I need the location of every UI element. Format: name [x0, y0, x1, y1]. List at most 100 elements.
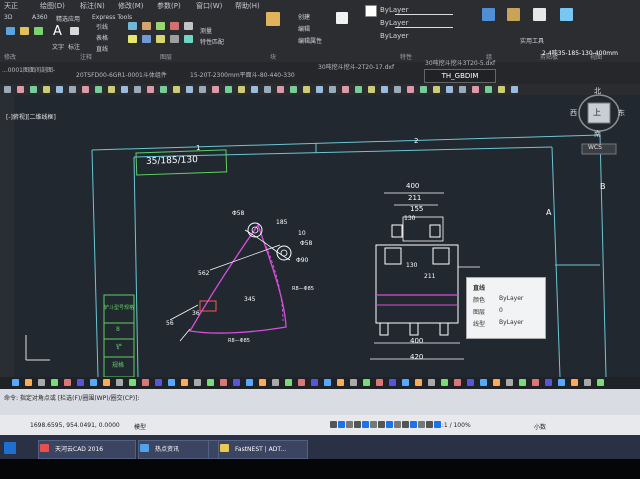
taskbar-item-fastnest[interactable]: FastNEST | ADT...	[218, 440, 308, 459]
toolstrip-icon-40[interactable]	[511, 86, 518, 93]
move-icon[interactable]	[20, 27, 29, 35]
toolstrip-icon-13[interactable]	[160, 86, 167, 93]
wcs-menu[interactable]: WCS	[588, 144, 602, 151]
status-icon-6[interactable]	[370, 421, 377, 428]
view-cube-face-top[interactable]: 上	[593, 107, 601, 118]
toolstrip-icon-36[interactable]	[459, 86, 466, 93]
toolstrip-icon-5[interactable]	[56, 86, 63, 93]
osnap-icon-30[interactable]	[389, 379, 396, 386]
tab-a360[interactable]: A360	[32, 14, 48, 21]
osnap-icon-9[interactable]	[116, 379, 123, 386]
osnap-icon-13[interactable]	[168, 379, 175, 386]
toolstrip-icon-31[interactable]	[394, 86, 401, 93]
color-dropdown[interactable]: ByLayer	[380, 6, 408, 14]
view-icon[interactable]	[560, 8, 573, 21]
osnap-icon-19[interactable]	[246, 379, 253, 386]
toolstrip-icon-26[interactable]	[329, 86, 336, 93]
toolstrip-icon-17[interactable]	[212, 86, 219, 93]
toolstrip-icon-34[interactable]	[433, 86, 440, 93]
toolstrip-icon-3[interactable]	[30, 86, 37, 93]
doc-tab-6[interactable]: 2-4吨35-185-130-400mm	[542, 48, 618, 57]
menu-item-tianzheng[interactable]: 天正	[4, 1, 18, 11]
osnap-icon-2[interactable]	[25, 379, 32, 386]
toolstrip-icon-6[interactable]	[69, 86, 76, 93]
status-icon-12[interactable]	[418, 421, 425, 428]
toolstrip-icon-25[interactable]	[316, 86, 323, 93]
doc-tab-4[interactable]: 30吨挖斗挖斗-2T20-17.dxf	[318, 62, 394, 71]
toolstrip-icon-19[interactable]	[238, 86, 245, 93]
osnap-icon-33[interactable]	[428, 379, 435, 386]
tab-featured-apps[interactable]: 精选应用	[56, 14, 80, 23]
osnap-icon-42[interactable]	[545, 379, 552, 386]
compass-north[interactable]: 北	[594, 86, 601, 96]
osnap-icon-41[interactable]	[532, 379, 539, 386]
toolstrip-icon-7[interactable]	[82, 86, 89, 93]
osnap-icon-7[interactable]	[90, 379, 97, 386]
osnap-icon-22[interactable]	[285, 379, 292, 386]
toolstrip-icon-22[interactable]	[277, 86, 284, 93]
ribbon-button-measure[interactable]: 测量	[200, 26, 212, 35]
properties-icon[interactable]	[336, 12, 348, 24]
osnap-icon-14[interactable]	[181, 379, 188, 386]
osnap-icon-29[interactable]	[376, 379, 383, 386]
osnap-icon-8[interactable]	[103, 379, 110, 386]
compass-west[interactable]: 西	[570, 108, 577, 118]
osnap-icon-36[interactable]	[467, 379, 474, 386]
osnap-icon-26[interactable]	[337, 379, 344, 386]
model-space-button[interactable]: 模型	[134, 422, 146, 431]
osnap-icon-1[interactable]	[12, 379, 19, 386]
menu-item-window[interactable]: 窗口(W)	[196, 1, 222, 11]
insert-block-icon[interactable]	[266, 12, 280, 26]
rotate-icon[interactable]	[156, 22, 165, 30]
status-icon-14[interactable]	[434, 421, 441, 428]
osnap-icon-45[interactable]	[584, 379, 591, 386]
osnap-icon-23[interactable]	[298, 379, 305, 386]
stretch-icon[interactable]	[128, 22, 137, 30]
toolstrip-icon-20[interactable]	[251, 86, 258, 93]
taskbar-item-news[interactable]: 热点资讯	[138, 440, 216, 459]
dimension-icon[interactable]	[70, 27, 79, 35]
osnap-icon-38[interactable]	[493, 379, 500, 386]
toolstrip-icon-16[interactable]	[199, 86, 206, 93]
osnap-icon-35[interactable]	[454, 379, 461, 386]
osnap-icon-28[interactable]	[363, 379, 370, 386]
toolstrip-icon-32[interactable]	[407, 86, 414, 93]
status-icon-8[interactable]	[386, 421, 393, 428]
toolstrip-icon-2[interactable]	[17, 86, 24, 93]
osnap-icon-17[interactable]	[220, 379, 227, 386]
tab-express-tools[interactable]: Express Tools	[92, 14, 132, 21]
toolstrip-icon-37[interactable]	[472, 86, 479, 93]
layer-match-icon[interactable]	[170, 35, 179, 43]
status-icon-2[interactable]	[338, 421, 345, 428]
menu-item-dimension[interactable]: 标注(N)	[80, 1, 105, 11]
compass-south[interactable]: 南	[594, 129, 601, 139]
osnap-icon-15[interactable]	[194, 379, 201, 386]
text-icon[interactable]: A	[53, 24, 62, 39]
osnap-icon-6[interactable]	[77, 379, 84, 386]
osnap-icon-11[interactable]	[142, 379, 149, 386]
osnap-icon-21[interactable]	[272, 379, 279, 386]
layer-isolate-icon[interactable]	[184, 35, 193, 43]
toolstrip-icon-8[interactable]	[95, 86, 102, 93]
doc-tab-5[interactable]: 30吨挖斗挖斗3T20-5.dxf	[425, 58, 495, 67]
scale-icon[interactable]	[142, 22, 151, 30]
units-dropdown[interactable]: 小数	[534, 422, 546, 431]
status-icon-10[interactable]	[402, 421, 409, 428]
taskbar-item-cad[interactable]: 天河云CAD 2016	[38, 440, 136, 459]
doc-tab-1[interactable]: ...0001图面间剖图-	[2, 65, 55, 74]
osnap-icon-37[interactable]	[480, 379, 487, 386]
ribbon-label-line[interactable]: 直线	[96, 44, 108, 53]
ribbon-label-leader[interactable]: 引线	[96, 22, 108, 31]
toolstrip-icon-10[interactable]	[121, 86, 128, 93]
copy-icon[interactable]	[34, 27, 43, 35]
toolstrip-icon-29[interactable]	[368, 86, 375, 93]
osnap-icon-12[interactable]	[155, 379, 162, 386]
layer-lock-icon[interactable]	[156, 35, 165, 43]
ribbon-button-dimension[interactable]: 标注	[68, 42, 80, 51]
ribbon-button-create[interactable]: 创建	[298, 12, 310, 21]
osnap-icon-31[interactable]	[402, 379, 409, 386]
ribbon-button-match[interactable]: 特性匹配	[200, 37, 224, 46]
osnap-icon-34[interactable]	[441, 379, 448, 386]
toolstrip-icon-24[interactable]	[303, 86, 310, 93]
toolstrip-icon-9[interactable]	[108, 86, 115, 93]
